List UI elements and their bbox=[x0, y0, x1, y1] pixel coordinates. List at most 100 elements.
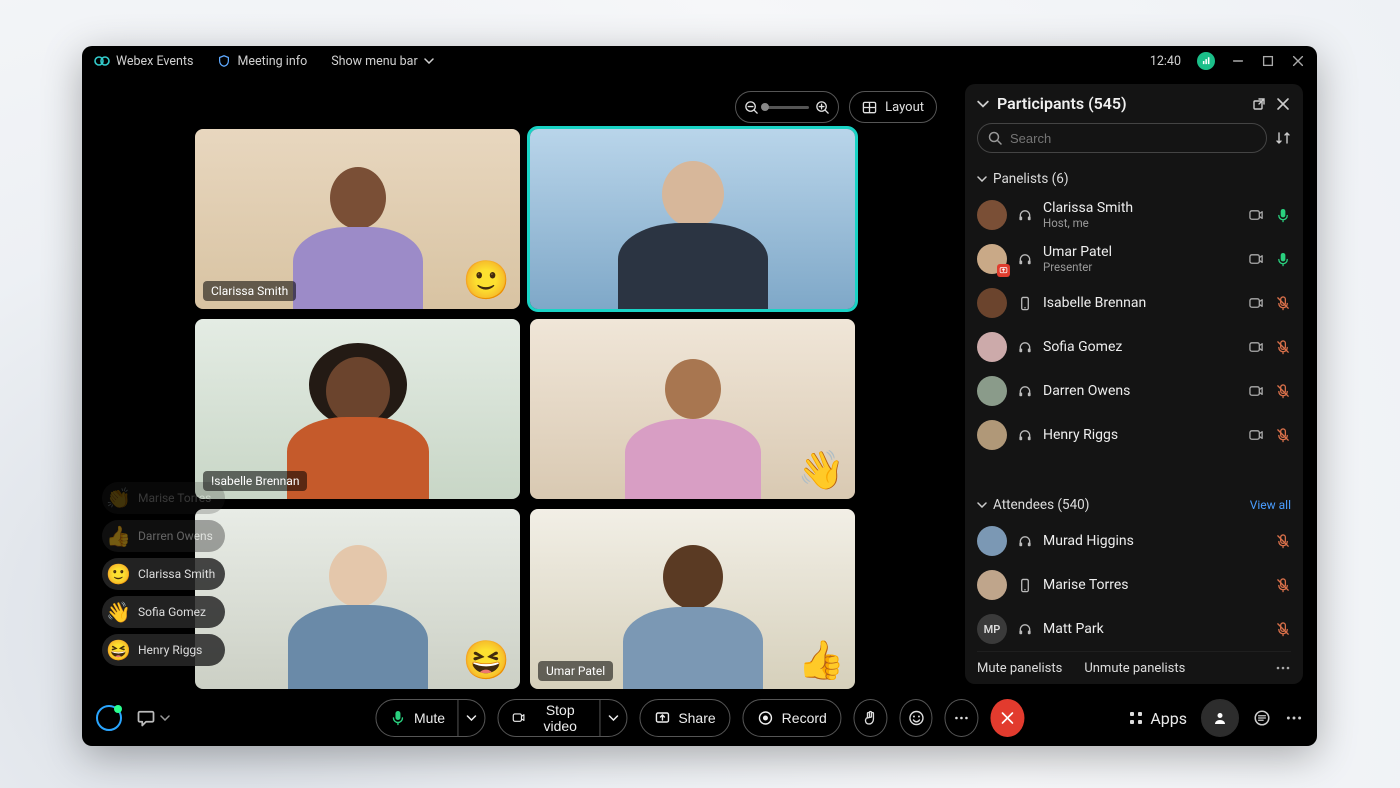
show-menu-bar-button[interactable]: Show menu bar bbox=[331, 54, 433, 69]
chat-panel-button[interactable] bbox=[1253, 709, 1271, 727]
window-minimize-button[interactable] bbox=[1231, 54, 1245, 68]
share-label: Share bbox=[678, 710, 715, 726]
reaction-name: Darren Owens bbox=[138, 529, 213, 543]
control-bar: Mute Stop video Share Record bbox=[82, 690, 1317, 746]
layout-button[interactable]: Layout bbox=[849, 91, 937, 123]
captions-button[interactable] bbox=[136, 708, 170, 728]
view-controls: Layout bbox=[735, 91, 937, 123]
participant-name: Marise Torres bbox=[1043, 577, 1129, 593]
view-all-link[interactable]: View all bbox=[1250, 498, 1291, 512]
layout-icon bbox=[862, 100, 877, 115]
headset-icon bbox=[1017, 384, 1033, 399]
attendee-list: Murad Higgins Marise Torres MP Matt Park bbox=[977, 519, 1291, 651]
participant-row[interactable]: Marise Torres bbox=[977, 563, 1291, 607]
camera-status-icon bbox=[1249, 340, 1264, 355]
participant-name: Matt Park bbox=[1043, 621, 1104, 637]
participant-row[interactable]: Sofia Gomez bbox=[977, 325, 1291, 369]
participant-row[interactable]: MP Matt Park bbox=[977, 607, 1291, 651]
participant-name: Sofia Gomez bbox=[1043, 339, 1122, 355]
more-options-button[interactable] bbox=[945, 699, 979, 737]
avatar bbox=[977, 244, 1007, 274]
raise-hand-button[interactable] bbox=[854, 699, 888, 737]
mic-status-icon bbox=[1276, 208, 1291, 223]
search-input[interactable] bbox=[1010, 131, 1256, 146]
window-close-button[interactable] bbox=[1291, 54, 1305, 68]
participant-name: Henry Riggs bbox=[1043, 427, 1118, 443]
reaction-item: 👍 Darren Owens bbox=[102, 520, 225, 552]
zoom-in-icon bbox=[815, 100, 830, 115]
panel-footer: Mute panelists Unmute panelists bbox=[977, 651, 1291, 676]
participant-row[interactable]: Isabelle Brennan bbox=[977, 281, 1291, 325]
panelists-section-header[interactable]: Panelists (6) bbox=[977, 171, 1291, 187]
participant-row[interactable]: Umar Patel Presenter bbox=[977, 237, 1291, 281]
panelists-label: Panelists (6) bbox=[993, 171, 1069, 187]
video-tile[interactable]: 😆 bbox=[195, 509, 520, 689]
sort-button[interactable] bbox=[1275, 130, 1291, 146]
reactions-button[interactable] bbox=[899, 699, 933, 737]
zoom-control[interactable] bbox=[735, 91, 839, 123]
mute-panelists-button[interactable]: Mute panelists bbox=[977, 661, 1062, 676]
attendees-section-header[interactable]: Attendees (540) View all bbox=[977, 497, 1291, 513]
network-stats-button[interactable] bbox=[1197, 52, 1215, 70]
avatar bbox=[977, 420, 1007, 450]
chevron-down-icon bbox=[424, 58, 434, 64]
unmute-panelists-button[interactable]: Unmute panelists bbox=[1084, 661, 1185, 676]
title-bar: Webex Events Meeting info Show menu bar … bbox=[82, 46, 1317, 76]
close-icon bbox=[1291, 54, 1305, 68]
chevron-down-icon[interactable] bbox=[977, 100, 989, 108]
minimize-icon bbox=[1231, 54, 1245, 68]
reaction-feed: 👏 Marise Torres 👍 Darren Owens 🙂 Clariss… bbox=[102, 482, 225, 666]
apps-grid-icon bbox=[1128, 710, 1144, 726]
window-maximize-button[interactable] bbox=[1261, 54, 1275, 68]
participant-row[interactable]: Henry Riggs bbox=[977, 413, 1291, 457]
more-panels-button[interactable] bbox=[1285, 709, 1303, 727]
video-tile[interactable]: Clarissa Smith 🙂 bbox=[195, 129, 520, 309]
tile-reaction-emoji: 😆 bbox=[463, 639, 510, 683]
video-dropdown[interactable] bbox=[599, 700, 618, 736]
share-button[interactable]: Share bbox=[639, 699, 730, 737]
avatar: MP bbox=[977, 614, 1007, 644]
headset-icon bbox=[1017, 340, 1033, 355]
participants-toggle-button[interactable] bbox=[1201, 699, 1239, 737]
camera-status-icon bbox=[1249, 384, 1264, 399]
video-tile[interactable]: 👋 bbox=[530, 319, 855, 499]
mute-dropdown[interactable] bbox=[457, 700, 476, 736]
end-call-button[interactable] bbox=[991, 699, 1025, 737]
emoji-icon bbox=[908, 710, 924, 726]
camera-status-icon bbox=[1249, 252, 1264, 267]
mic-status-icon bbox=[1276, 622, 1291, 637]
meeting-info-button[interactable]: Meeting info bbox=[217, 54, 307, 69]
panel-more-button[interactable] bbox=[1275, 660, 1291, 676]
apps-button[interactable]: Apps bbox=[1128, 709, 1187, 728]
app-brand[interactable]: Webex Events bbox=[94, 53, 193, 69]
tile-reaction-emoji: 👋 bbox=[798, 449, 845, 493]
close-panel-button[interactable] bbox=[1275, 96, 1291, 112]
record-icon bbox=[758, 710, 774, 726]
zoom-out-icon bbox=[744, 100, 759, 115]
microphone-icon bbox=[390, 710, 406, 726]
record-button[interactable]: Record bbox=[743, 699, 842, 737]
close-icon bbox=[999, 710, 1015, 726]
avatar bbox=[977, 376, 1007, 406]
participant-search[interactable] bbox=[977, 123, 1267, 153]
mute-button[interactable]: Mute bbox=[375, 699, 485, 737]
participants-panel: Participants (545) Panelists (6) Clariss… bbox=[965, 84, 1303, 684]
video-tile[interactable]: Isabelle Brennan bbox=[195, 319, 520, 499]
headset-icon bbox=[1017, 428, 1033, 443]
stop-video-button[interactable]: Stop video bbox=[497, 699, 627, 737]
shield-icon bbox=[217, 54, 231, 68]
mic-status-icon bbox=[1276, 252, 1291, 267]
video-tile[interactable]: Umar Patel 👍 bbox=[530, 509, 855, 689]
participant-row[interactable]: Murad Higgins bbox=[977, 519, 1291, 563]
video-tile[interactable] bbox=[530, 129, 855, 309]
tile-name-chip: Umar Patel bbox=[538, 661, 613, 681]
participant-row[interactable]: Darren Owens bbox=[977, 369, 1291, 413]
mic-status-icon bbox=[1276, 428, 1291, 443]
assistant-ring-button[interactable] bbox=[96, 705, 122, 731]
participant-row[interactable]: Clarissa Smith Host, me bbox=[977, 193, 1291, 237]
clock-label: 12:40 bbox=[1150, 54, 1181, 69]
zoom-slider[interactable] bbox=[765, 106, 809, 109]
popout-icon[interactable] bbox=[1251, 96, 1267, 112]
participant-name: Darren Owens bbox=[1043, 383, 1130, 399]
camera-status-icon bbox=[1249, 296, 1264, 311]
